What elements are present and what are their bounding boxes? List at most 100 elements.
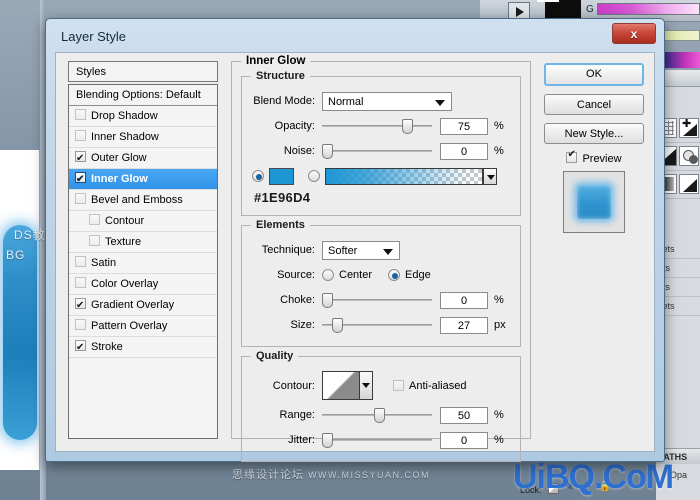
color-swatch[interactable] xyxy=(269,167,294,185)
sidebar-item-inner-shadow[interactable]: Inner Shadow xyxy=(69,127,217,148)
structure-legend: Structure xyxy=(251,70,310,82)
sidebar-item-inner-glow[interactable]: Inner Glow xyxy=(69,169,217,190)
size-unit: px xyxy=(494,319,506,331)
radio-source-edge[interactable] xyxy=(388,269,401,281)
radio-gradient[interactable] xyxy=(308,170,320,182)
elements-group: Elements Technique: Softer Source: Cente… xyxy=(241,219,521,347)
layer-style-dialog: Layer Style x Styles Blending Options: D… xyxy=(45,18,665,462)
sidebar-item-texture[interactable]: Texture xyxy=(69,232,217,253)
close-icon[interactable]: x xyxy=(612,23,656,44)
checkbox-anti-aliased[interactable] xyxy=(393,380,404,391)
inner-glow-settings: Inner Glow Structure Blend Mode: Normal … xyxy=(231,55,531,462)
gradient-swatch[interactable] xyxy=(325,167,497,185)
technique-select[interactable]: Softer xyxy=(322,240,400,260)
contour-row: Contour: Anti-aliased xyxy=(252,370,510,401)
sidebar-item-outer-glow[interactable]: Outer Glow xyxy=(69,148,217,169)
magenta-gradient-bar xyxy=(597,3,700,15)
radio-solid-color[interactable] xyxy=(252,170,264,182)
checkbox-contour[interactable] xyxy=(89,214,100,225)
gradient-dropdown-icon[interactable] xyxy=(483,167,497,185)
checkbox-bevel-and-emboss[interactable] xyxy=(75,193,86,204)
canvas-text-2: BG xyxy=(6,248,26,262)
watermark-center: 思缘设计论坛 WWW.MISSYUAN.COM xyxy=(232,466,430,482)
contour-label: Contour: xyxy=(272,379,315,392)
checkbox-inner-shadow[interactable] xyxy=(75,130,86,141)
sidebar-item-blending-options[interactable]: Blending Options: Default xyxy=(69,85,217,106)
choke-slider[interactable] xyxy=(322,292,432,308)
anti-aliased-label: Anti-aliased xyxy=(409,379,467,392)
checkbox-stroke[interactable] xyxy=(75,337,86,358)
jitter-row: Jitter: 0 % xyxy=(252,429,510,451)
size-input[interactable]: 27 xyxy=(440,316,488,334)
sidebar-item-bevel-and-emboss[interactable]: Bevel and Emboss xyxy=(69,190,217,211)
size-row: Size: 27 px xyxy=(252,314,510,336)
choke-input[interactable]: 0 xyxy=(440,291,488,309)
jitter-slider[interactable] xyxy=(322,432,432,448)
size-slider[interactable] xyxy=(322,317,432,333)
checkbox-outer-glow[interactable] xyxy=(75,148,86,169)
mask-thumbnail xyxy=(537,0,581,20)
inner-glow-group: Inner Glow Structure Blend Mode: Normal … xyxy=(231,55,531,462)
sidebar-item-stroke[interactable]: Stroke xyxy=(69,337,217,358)
checkbox-color-overlay[interactable] xyxy=(75,277,86,288)
technique-label: Technique: xyxy=(261,244,315,256)
checkbox-drop-shadow[interactable] xyxy=(75,109,86,120)
sidebar-item-label: Contour xyxy=(105,215,145,227)
radio-source-center[interactable] xyxy=(322,269,334,281)
sidebar-item-pattern-overlay[interactable]: Pattern Overlay xyxy=(69,316,217,337)
sidebar-item-label: Inner Glow xyxy=(91,173,148,185)
source-center-label: Center xyxy=(339,269,373,281)
range-input[interactable]: 50 xyxy=(440,406,488,424)
preview-shape xyxy=(577,185,611,219)
hex-annotation: #1E96D4 xyxy=(254,190,311,205)
sidebar-item-gradient-overlay[interactable]: Gradient Overlay xyxy=(69,295,217,316)
gradient-add-icon[interactable]: ✚ xyxy=(679,118,699,138)
sidebar-item-drop-shadow[interactable]: Drop Shadow xyxy=(69,106,217,127)
watermark-corner: UiBQ.CoM xyxy=(513,458,674,496)
checkbox-texture[interactable] xyxy=(89,235,100,246)
source-edge-label: Edge xyxy=(405,269,431,281)
sidebar-item-label: Texture xyxy=(105,236,142,248)
noise-input[interactable]: 0 xyxy=(440,142,488,160)
blend-mode-select[interactable]: Normal xyxy=(322,91,452,111)
noise-slider[interactable] xyxy=(322,143,432,159)
range-slider[interactable] xyxy=(322,407,432,423)
contour-swatch[interactable] xyxy=(322,371,360,400)
checkbox-pattern-overlay[interactable] xyxy=(75,319,86,330)
shape-icon[interactable] xyxy=(679,174,699,194)
structure-group: Structure Blend Mode: Normal Opacity: 75… xyxy=(241,70,521,216)
checkbox-gradient-overlay[interactable] xyxy=(75,295,86,316)
range-row: Range: 50 % xyxy=(252,404,510,426)
technique-row: Technique: Softer xyxy=(252,239,510,261)
technique-value: Softer xyxy=(328,244,358,257)
jitter-label: Jitter: xyxy=(288,434,315,446)
channel-g-label: G xyxy=(586,4,594,15)
blend-mode-value: Normal xyxy=(328,95,364,108)
sidebar-item-satin[interactable]: Satin xyxy=(69,253,217,274)
bubbles-icon[interactable] xyxy=(679,146,699,166)
preview-toggle[interactable]: Preview xyxy=(544,149,644,165)
noise-unit: % xyxy=(494,145,504,157)
sidebar-item-label: Stroke xyxy=(91,341,123,353)
ok-button[interactable]: OK xyxy=(544,63,644,86)
cancel-button[interactable]: Cancel xyxy=(544,94,644,115)
sidebar-item-label: Bevel and Emboss xyxy=(91,194,183,206)
checkbox-preview[interactable] xyxy=(566,149,578,163)
jitter-unit: % xyxy=(494,434,504,446)
sidebar-item-contour[interactable]: Contour xyxy=(69,211,217,232)
play-icon[interactable] xyxy=(508,2,530,19)
sidebar-item-label: Pattern Overlay xyxy=(91,320,168,332)
opacity-input[interactable]: 75 xyxy=(440,117,488,135)
jitter-input[interactable]: 0 xyxy=(440,431,488,449)
contour-dropdown-icon[interactable] xyxy=(360,371,373,400)
sidebar-item-color-overlay[interactable]: Color Overlay xyxy=(69,274,217,295)
dialog-titlebar: Layer Style x xyxy=(50,23,660,51)
opacity-unit: % xyxy=(494,120,504,132)
opacity-label: Opacity: xyxy=(274,120,315,132)
new-style-button[interactable]: New Style... xyxy=(544,123,644,144)
source-label: Source: xyxy=(277,269,315,281)
checkbox-satin[interactable] xyxy=(75,256,86,267)
checkbox-inner-glow[interactable] xyxy=(75,169,86,190)
opacity-slider[interactable] xyxy=(322,118,432,134)
quality-legend: Quality xyxy=(251,350,299,362)
